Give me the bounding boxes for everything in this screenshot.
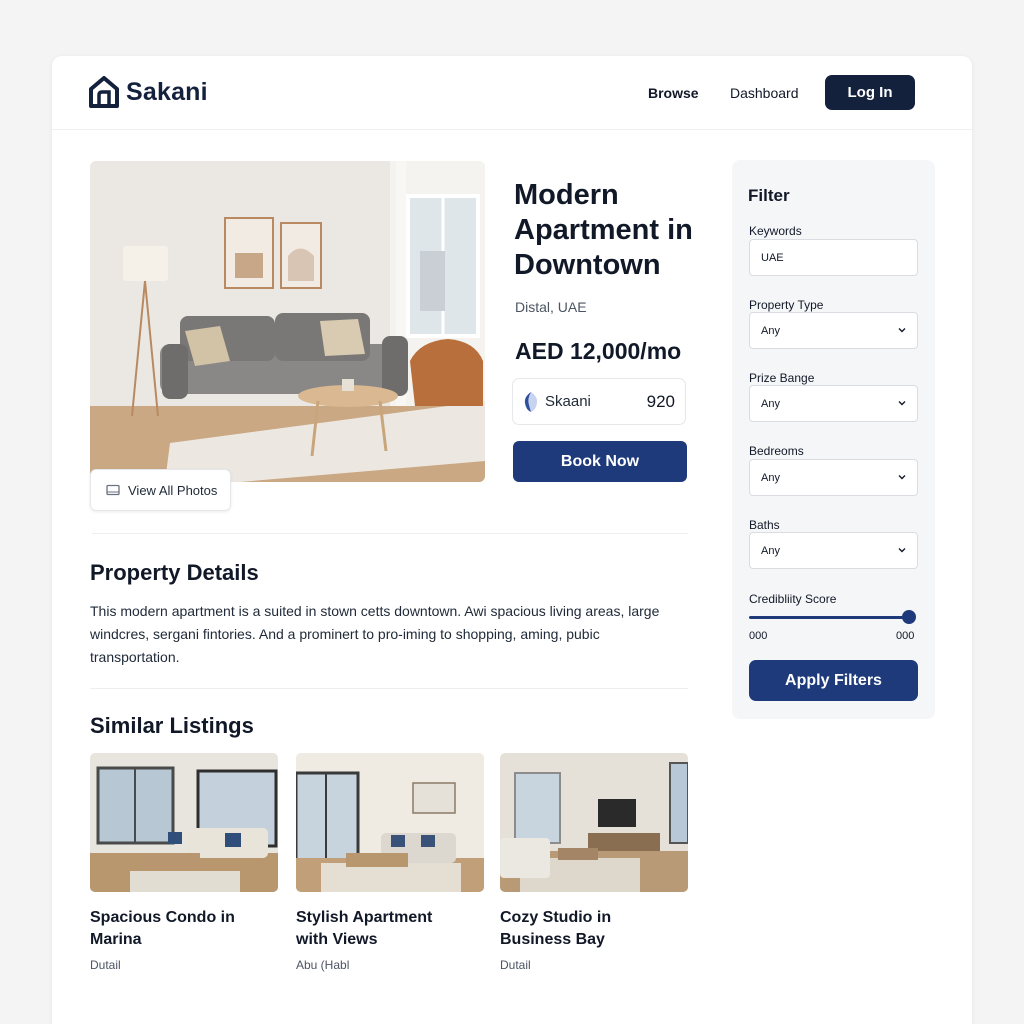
apply-filters-button[interactable]: Apply Filters — [749, 660, 918, 701]
filter-panel: Filter Keywords UAE Property Type Any Pr… — [732, 160, 935, 719]
similar-listing-location: Dutail — [500, 958, 531, 972]
similar-listing-title[interactable]: Cozy Studio in Business Bay — [500, 907, 670, 951]
baths-select[interactable]: Any — [749, 532, 918, 569]
nav-browse-link[interactable]: Browse — [648, 85, 699, 101]
property-details-heading: Property Details — [90, 560, 259, 585]
book-now-button[interactable]: Book Now — [513, 441, 687, 482]
listing-title: Modern Apartment in Downtown — [514, 179, 693, 281]
price-range-label: Prize Bange — [749, 371, 815, 385]
property-type-select[interactable]: Any — [749, 312, 918, 349]
credibility-slider-handle[interactable] — [902, 610, 916, 624]
score-brand: Skaani — [545, 393, 591, 410]
credibility-score-card: Skaani 920 — [512, 378, 686, 425]
keywords-value: UAE — [761, 251, 784, 264]
similar-listing-photo[interactable] — [296, 753, 484, 892]
filter-heading: Filter — [748, 186, 790, 205]
listing-price: AED 12,000/mo — [515, 338, 682, 364]
image-icon — [106, 484, 120, 496]
brand-name: Sakani — [126, 77, 208, 106]
section-divider — [90, 688, 688, 689]
chevron-down-icon — [898, 399, 906, 407]
price-range-select[interactable]: Any — [749, 385, 918, 422]
similar-listing-photo[interactable] — [90, 753, 278, 892]
house-logo-icon — [89, 76, 119, 108]
score-value: 920 — [646, 391, 675, 411]
brand-logo[interactable]: Sakani — [89, 76, 208, 108]
nav-dashboard-link[interactable]: Dashboard — [730, 85, 799, 101]
listing-main-photo[interactable] — [90, 161, 485, 482]
property-type-label: Property Type — [749, 298, 824, 312]
similar-listing-photo[interactable] — [500, 753, 688, 892]
bedrooms-select[interactable]: Any — [749, 459, 918, 496]
bedrooms-label: Bedreoms — [749, 444, 804, 458]
listing-location: Distal, UAE — [515, 299, 587, 315]
similar-listing-title[interactable]: Spacious Condo in Marina — [90, 907, 260, 951]
credibility-min-value: 000 — [749, 630, 768, 642]
baths-label: Baths — [749, 518, 780, 532]
shield-badge-icon — [523, 391, 539, 413]
property-type-value: Any — [761, 324, 780, 337]
keywords-input[interactable]: UAE — [749, 239, 918, 276]
similar-listing-card[interactable]: Stylish Apartment with Views Abu (Habl — [296, 753, 484, 972]
similar-listing-card[interactable]: Spacious Condo in Marina Dutail — [90, 753, 278, 972]
page-container: Sakani Browse Dashboard Log In View All … — [52, 56, 972, 1024]
price-range-value: Any — [761, 397, 780, 410]
credibility-score-label: Credibliity Score — [749, 592, 837, 606]
baths-value: Any — [761, 544, 780, 557]
login-button[interactable]: Log In — [825, 75, 915, 110]
chevron-down-icon — [898, 473, 906, 481]
credibility-max-value: 000 — [896, 630, 915, 642]
bedrooms-value: Any — [761, 471, 780, 484]
similar-listing-location: Abu (Habl — [296, 958, 350, 972]
chevron-down-icon — [898, 326, 906, 334]
top-header: Sakani Browse Dashboard Log In — [52, 56, 972, 130]
keywords-label: Keywords — [749, 224, 802, 238]
similar-listings-heading: Similar Listings — [90, 713, 254, 738]
view-all-photos-button[interactable]: View All Photos — [90, 469, 231, 511]
property-description: This modern apartment is a suited in sto… — [90, 603, 660, 665]
section-divider — [92, 533, 688, 534]
similar-listing-card[interactable]: Cozy Studio in Business Bay Dutail — [500, 753, 688, 972]
credibility-slider-track[interactable] — [749, 616, 909, 619]
view-all-photos-label: View All Photos — [128, 482, 218, 498]
similar-listing-location: Dutail — [90, 958, 121, 972]
chevron-down-icon — [898, 546, 906, 554]
similar-listing-title[interactable]: Stylish Apartment with Views — [296, 907, 466, 951]
